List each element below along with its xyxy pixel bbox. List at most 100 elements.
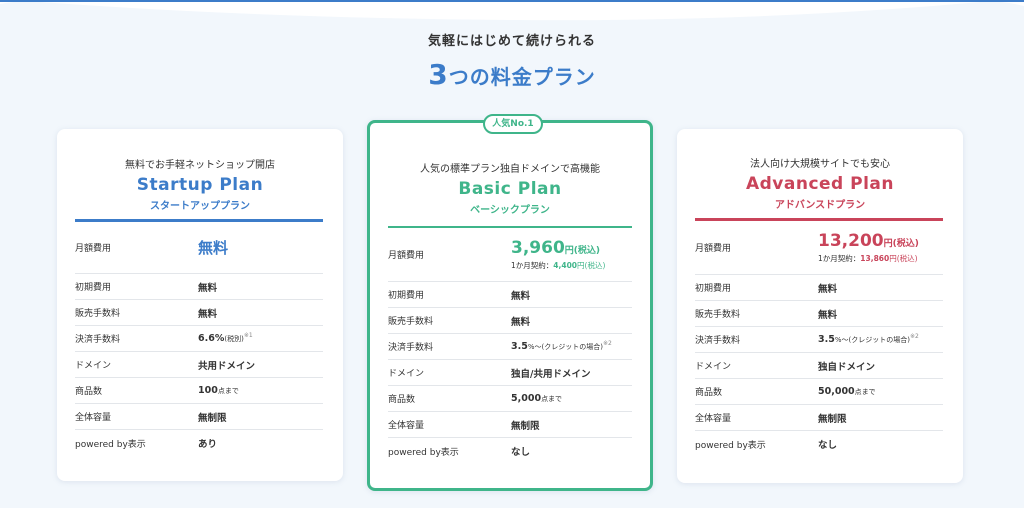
table-row: 月額費用 無料	[75, 222, 323, 274]
row-value: なし	[511, 444, 530, 458]
plan-card-basic: 人気No.1 人気の標準プラン独自ドメインで高機能 Basic Plan ベーシ…	[367, 114, 653, 491]
table-row: 商品数 100点まで	[75, 378, 323, 404]
row-label: 初期費用	[695, 284, 732, 294]
row-value: 無料	[198, 280, 217, 294]
plan-name: Advanced Plan	[745, 174, 895, 194]
table-row: 全体容量 無制限	[388, 412, 632, 438]
price-unit: 円(税込)	[883, 239, 919, 249]
row-label: 決済手数料	[388, 343, 434, 353]
row-label: 販売手数料	[388, 317, 434, 327]
row-value-main: 無料	[198, 282, 218, 294]
price-unit: 円(税込)	[564, 246, 601, 256]
row-value: 無料	[818, 307, 837, 321]
row-value-main: 5,000	[511, 393, 542, 404]
row-value: なし	[818, 437, 837, 451]
plan-kana: アドバンスドプラン	[774, 200, 866, 211]
table-row: 決済手数料 3.5%〜(クレジットの場合)※2	[695, 327, 943, 353]
row-label: ドメイン	[388, 369, 425, 379]
table-row: 月額費用 3,960円(税込) 1か月契約：4,400円(税込)	[388, 228, 632, 282]
table-row: 全体容量 無制限	[75, 404, 323, 430]
row-value: 無料	[198, 306, 217, 320]
one-month-price: 1か月契約：4,400円(税込)	[511, 260, 605, 271]
plan-tagline: 無料でお手軽ネットショップ開店	[125, 160, 275, 171]
monthly-price: 3,960	[511, 238, 565, 258]
row-value-main: 100	[198, 385, 218, 396]
one-month-label: 1か月契約：	[818, 254, 861, 263]
price-block: 3,960円(税込) 1か月契約：4,400円(税込)	[511, 238, 605, 271]
row-label: 商品数	[75, 387, 103, 397]
table-row: ドメイン 独自/共用ドメイン	[388, 360, 632, 386]
row-label: powered by表示	[388, 447, 459, 458]
row-value-main: 独自ドメイン	[818, 361, 876, 373]
table-row: ドメイン 独自ドメイン	[695, 353, 943, 379]
row-label: 初期費用	[388, 291, 425, 301]
row-label: 商品数	[695, 388, 723, 398]
table-row: 商品数 50,000点まで	[695, 379, 943, 405]
row-value: 50,000点まで	[818, 386, 876, 397]
plan-tagline: 人気の標準プラン独自ドメインで高機能	[420, 164, 600, 175]
row-footnote-mark: ※2	[909, 333, 919, 341]
row-value: 共用ドメイン	[198, 358, 255, 372]
row-label: 初期費用	[75, 283, 112, 293]
row-footnote-mark: ※1	[243, 332, 253, 340]
row-value-main: 独自/共用ドメイン	[511, 368, 591, 380]
table-row: 全体容量 無制限	[695, 405, 943, 431]
row-value-main: 無制限	[198, 412, 227, 424]
plan-kana: スタートアッププラン	[150, 201, 250, 212]
row-value-main: 3.5	[511, 341, 528, 353]
table-row: 販売手数料 無料	[388, 308, 632, 334]
row-label: 販売手数料	[75, 309, 121, 319]
one-month-price: 1か月契約：13,860円(税込)	[818, 253, 919, 264]
plan-card-startup: 無料でお手軽ネットショップ開店 Startup Plan スタートアッププラン …	[57, 129, 343, 481]
plan-card-advanced: 法人向け大規模サイトでも安心 Advanced Plan アドバンスドプラン 月…	[677, 129, 963, 483]
row-value: 5,000点まで	[511, 393, 562, 404]
row-value: 3.5%〜(クレジットの場合)※2	[511, 340, 612, 352]
plan-tagline: 法人向け大規模サイトでも安心	[750, 159, 890, 170]
row-label: ドメイン	[75, 361, 112, 371]
row-label: 販売手数料	[695, 310, 741, 320]
row-label: 月額費用	[695, 244, 732, 254]
row-label: 全体容量	[75, 413, 112, 423]
row-value-main: あり	[198, 439, 218, 450]
plan-name: Startup Plan	[136, 175, 264, 195]
plan-name: Basic Plan	[458, 179, 562, 199]
one-month-unit: 円(税込)	[577, 261, 606, 270]
row-label: 決済手数料	[695, 336, 741, 346]
plan-kana: ベーシックプラン	[470, 205, 550, 216]
row-value-suffix: (税別)	[224, 335, 244, 344]
plan-header: 無料でお手軽ネットショップ開店 Startup Plan スタートアッププラン	[57, 156, 343, 212]
plan-feature-table: 月額費用 無料 初期費用 無料 販売手数料 無料 決済手数料 6.6%(税別)※1 ドメイン…	[75, 222, 323, 456]
row-label: 商品数	[388, 395, 416, 405]
table-row: 商品数 5,000点まで	[388, 386, 632, 412]
monthly-price: 無料	[198, 239, 229, 257]
price-block: 13,200円(税込) 1か月契約：13,860円(税込)	[818, 231, 919, 264]
table-row: 初期費用 無料	[75, 274, 323, 300]
plan-feature-table: 月額費用 3,960円(税込) 1か月契約：4,400円(税込) 初期費用 無料販…	[388, 228, 632, 464]
row-value: 6.6%(税別)※1	[198, 332, 253, 344]
table-row: 販売手数料 無料	[75, 300, 323, 326]
row-value: 無制限	[511, 418, 540, 432]
table-row: powered by表示 あり	[75, 430, 323, 456]
row-value: 独自ドメイン	[818, 359, 875, 373]
one-month-unit: 円(税込)	[889, 254, 918, 263]
section-title-text: つの料金プラン	[448, 65, 596, 89]
row-value-suffix: %〜(クレジットの場合)	[834, 336, 910, 345]
table-row: ドメイン 共用ドメイン	[75, 352, 323, 378]
row-value: 無料	[511, 288, 530, 302]
row-value: 3.5%〜(クレジットの場合)※2	[818, 333, 919, 345]
row-value-main: 無料	[818, 283, 838, 295]
row-label: 全体容量	[388, 421, 425, 431]
table-row: 初期費用 無料	[388, 282, 632, 308]
row-value-main: 無制限	[511, 420, 540, 432]
table-row: powered by表示 なし	[388, 438, 632, 464]
row-value-main: 無料	[198, 308, 218, 320]
row-label: powered by表示	[695, 440, 766, 451]
row-footnote-mark: ※2	[602, 340, 612, 348]
one-month-value: 4,400	[553, 261, 578, 270]
row-value-main: 無制限	[818, 413, 847, 425]
row-label: 全体容量	[695, 414, 732, 424]
row-value-main: なし	[818, 440, 838, 451]
row-label: 決済手数料	[75, 335, 121, 345]
row-value-main: 無料	[511, 316, 531, 328]
row-value-main: 6.6%	[198, 333, 225, 345]
